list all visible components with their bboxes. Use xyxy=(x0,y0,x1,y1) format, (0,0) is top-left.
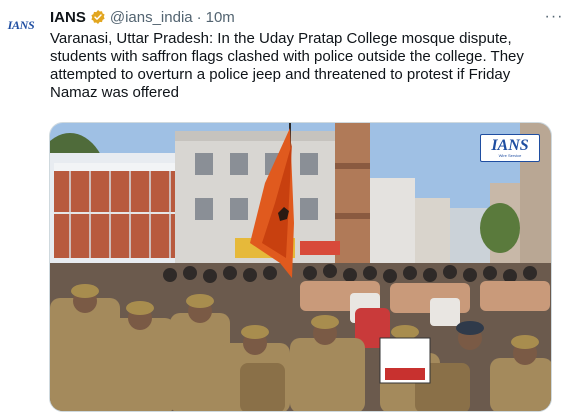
avatar[interactable]: IANS xyxy=(4,8,38,42)
separator-dot: · xyxy=(196,8,202,26)
avatar-logo-text: IANS xyxy=(7,17,35,32)
more-horizontal-icon[interactable]: ··· xyxy=(544,7,564,27)
tweet-card[interactable]: IANS IANS @ians_india · 10m ··· Varanasi… xyxy=(0,0,572,417)
watermark-sub: Wire Service xyxy=(498,153,522,158)
protest-scene-image xyxy=(50,123,551,411)
tweet-header: IANS @ians_india · 10m xyxy=(50,7,235,27)
handle[interactable]: @ians_india xyxy=(110,9,193,26)
watermark-main: IANS xyxy=(491,137,529,154)
tweet-text: Varanasi, Uttar Pradesh: In the Uday Pra… xyxy=(50,30,524,101)
ians-watermark-logo: IANS Wire Service xyxy=(480,134,540,162)
display-name[interactable]: IANS xyxy=(50,9,86,26)
timestamp[interactable]: 10m xyxy=(206,9,235,26)
tweet-photo[interactable]: IANS Wire Service xyxy=(49,122,552,412)
verified-badge-icon xyxy=(90,9,106,25)
